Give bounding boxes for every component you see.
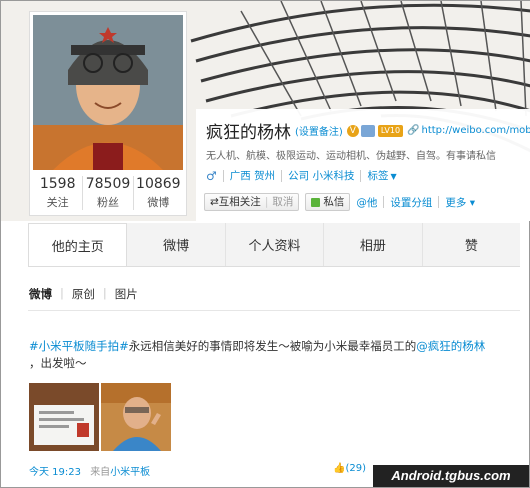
tags-label: 标签 [367,170,389,182]
location-link[interactable]: 广西 贺州 [230,168,275,183]
profile-name: 疯狂的杨林 [206,123,291,143]
mutual-follow-label: ⇄互相关注 [210,196,261,208]
watermark: Android.tgbus.com [373,465,529,487]
like-button[interactable]: 👍(29) [333,463,366,474]
divider: | [264,196,269,208]
stat-number: 1598 [39,176,76,192]
post-image[interactable] [29,383,99,451]
profile-url-link[interactable]: http://weibo.com/mobilake [422,125,530,136]
filter-all[interactable]: 微博 [29,286,52,302]
link-icon: 🔗 [407,125,420,136]
post-time-link[interactable]: 今天 19:23 [29,467,81,478]
feed-divider [28,310,520,311]
tags-dropdown[interactable]: 标签 ▼ [367,168,396,183]
avatar-photo [33,15,183,170]
filter-original[interactable]: 原创 [72,286,95,302]
divider: | [60,286,64,300]
more-dropdown[interactable]: 更多 ▾ [445,195,475,210]
unfollow-button[interactable]: 取消 [272,194,293,210]
stat-label: 关注 [46,196,69,209]
meta-row: ♂ 广西 贺州 公司 小米科技 标签 ▼ [206,168,397,183]
tab-profile[interactable]: 个人资料 [225,223,325,266]
stat-label: 微博 [147,196,170,209]
source-link[interactable]: 小米平板 [110,467,150,478]
stat-label: 粉丝 [96,196,119,209]
vip-level-badge[interactable]: LV10 [377,124,404,137]
mention-link[interactable]: @疯狂的杨林 [416,339,485,353]
company-link[interactable]: 公司 小米科技 [288,168,354,183]
set-group-link[interactable]: 设置分组 [390,195,432,210]
divider [438,196,440,208]
tab-weibo[interactable]: 微博 [127,223,226,266]
divider [281,169,283,182]
verified-icon[interactable]: V [346,124,359,137]
male-icon: ♂ [206,168,217,183]
stat-number: 10869 [136,176,181,192]
message-label: 私信 [323,196,345,208]
avatar-card: 1598 关注 78509 粉丝 10869 微博 [29,11,187,216]
divider: | [102,286,107,300]
topic-link[interactable]: #小米平板随手拍# [29,339,129,353]
stat-following[interactable]: 1598 关注 [33,176,84,210]
tab-home[interactable]: 他的主页 [28,223,128,266]
feed-filter: 微博 | 原创 | 图片 [29,286,138,302]
message-icon [311,197,321,207]
post-meta: 今天 19:23 来自小米平板 [29,463,150,478]
action-row: ⇄互相关注 | 取消 私信 @他 设置分组 更多 ▾ [204,193,475,211]
profile-bio: 无人机、航模、极限运动、运动相机、伪越野、自驾。有事请私信 [206,151,496,162]
post-body: 永远相信美好的事情即将发生～被喻为小米最幸福员工的 [128,339,417,353]
post-text: #小米平板随手拍#永远相信美好的事情即将发生～被喻为小米最幸福员工的@疯狂的杨林… [29,338,509,372]
post-image-photo [29,383,99,451]
like-count: (29) [345,463,366,474]
set-remark-link[interactable]: (设置备注) [295,123,343,138]
message-button[interactable]: 私信 [305,193,351,211]
filter-images[interactable]: 图片 [115,286,138,302]
stat-posts[interactable]: 10869 微博 [134,176,183,210]
avatar[interactable] [33,15,183,170]
club-icon[interactable] [360,124,375,137]
thumbs-up-icon: 👍 [333,463,346,474]
tab-likes[interactable]: 赞 [422,223,521,266]
stat-followers[interactable]: 78509 粉丝 [83,176,134,210]
post-image[interactable] [101,383,171,451]
post-body-end: ，出发啦～ [29,356,87,370]
profile-tabs: 他的主页 微博 个人资料 相册 赞 [28,223,521,267]
mention-link[interactable]: @他 [356,195,377,210]
tab-album[interactable]: 相册 [324,223,423,266]
stat-number: 78509 [85,176,131,192]
mutual-follow-button[interactable]: ⇄互相关注 | 取消 [204,193,300,211]
source-prefix: 来自 [90,467,111,478]
post-image-photo [101,383,171,451]
divider [222,169,224,182]
chevron-down-icon: ▼ [390,172,397,181]
name-row: 疯狂的杨林 (设置备注) V LV10 🔗 http://weibo.com/m… [206,118,530,143]
divider [360,169,362,182]
divider [383,196,385,208]
stats-row: 1598 关注 78509 粉丝 10869 微博 [33,176,183,210]
